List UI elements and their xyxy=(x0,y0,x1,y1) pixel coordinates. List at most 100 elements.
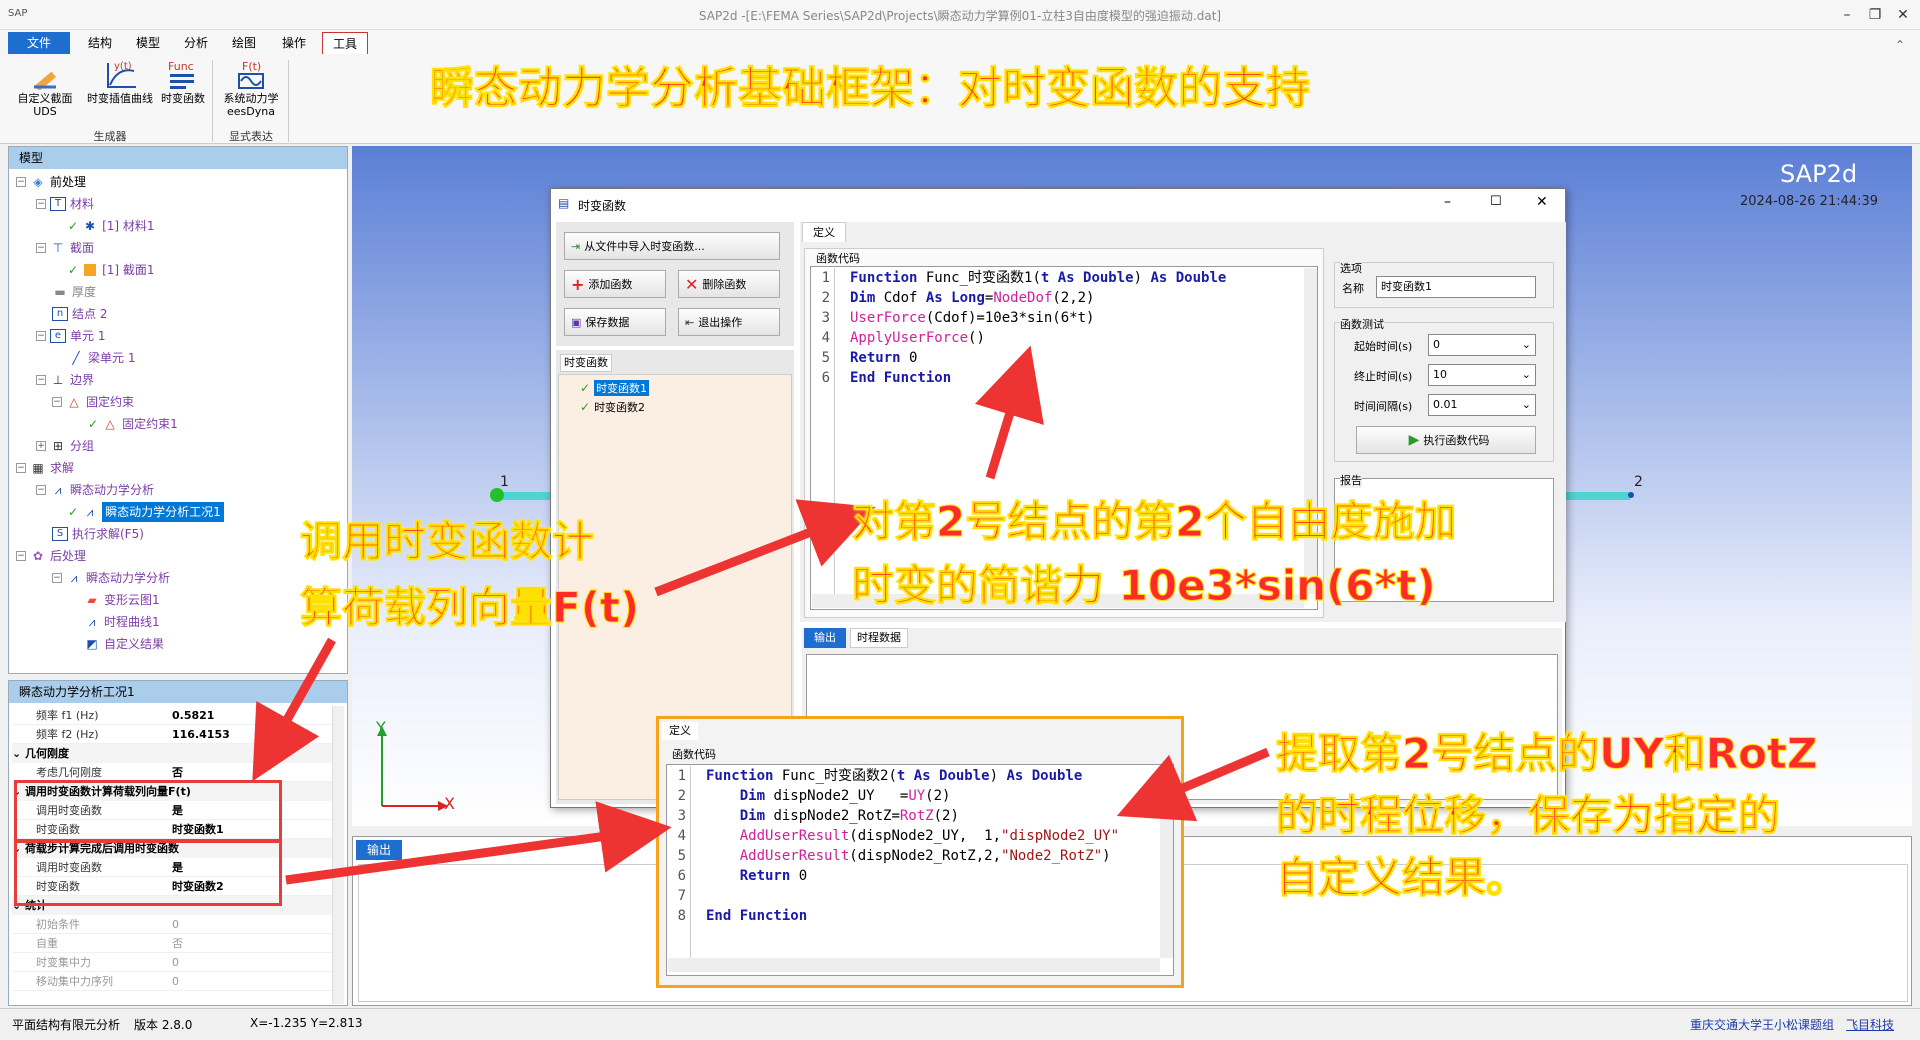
node-1-label: 1 xyxy=(500,474,509,490)
tree-node-group[interactable]: + ⊞ 分组 xyxy=(36,436,94,456)
viewport-brand: SAP2d xyxy=(1780,160,1858,188)
tree-node-elements[interactable]: − e 单元 1 xyxy=(36,326,105,346)
property-scrollbar[interactable] xyxy=(332,706,344,1004)
model-panel-title: 模型 xyxy=(9,147,347,169)
tree-node-transient[interactable]: − ⩘ 瞬态动力学分析 xyxy=(36,480,154,500)
plus-icon: + xyxy=(571,274,585,294)
tree-node-thickness[interactable]: ▬ 厚度 xyxy=(52,282,96,302)
chart-line-icon: ⩘ xyxy=(70,571,78,585)
exit-button[interactable]: ⇤ 退出操作 xyxy=(678,308,780,336)
palette-icon: ✿ xyxy=(32,549,44,563)
ribbon-divider xyxy=(288,60,289,142)
delete-function-button[interactable]: ✕ 删除函数 xyxy=(678,270,780,298)
tab-definition-2[interactable]: 定义 xyxy=(662,722,698,740)
code-text-2: Function Func_时变函数2(t As Double) As Doub… xyxy=(706,768,1120,924)
tree-node-material[interactable]: − T 材料 xyxy=(36,194,94,214)
node-icon: n xyxy=(52,307,68,321)
node-support-marker[interactable] xyxy=(490,488,504,502)
prop-category[interactable]: ⌄ 几何刚度 xyxy=(12,744,334,763)
grid-icon: ▦ xyxy=(32,461,44,475)
status-credit-company[interactable]: 飞目科技 xyxy=(1846,1016,1894,1033)
code-group-label-2: 函数代码 xyxy=(672,748,716,761)
menu-analysis[interactable]: 分析 xyxy=(176,32,216,54)
tree-node-run-solve[interactable]: S 执行求解(F5) xyxy=(52,524,144,544)
tree-node-postprocess[interactable]: − ✿ 后处理 xyxy=(16,546,86,566)
tab-definition[interactable]: 定义 xyxy=(802,222,846,242)
star-icon: ✱ xyxy=(85,219,96,233)
time-function-button[interactable]: Func 时变函数 xyxy=(158,58,208,105)
tree-node-contour[interactable]: ▰ 变形云图1 xyxy=(84,590,159,610)
ruler-icon xyxy=(10,58,80,92)
collapse-ribbon-icon[interactable]: ⌃ xyxy=(1895,38,1905,52)
function-item-1[interactable]: ✓ 时变函数1 xyxy=(580,380,650,396)
prop-row[interactable]: 移动集中力序列 0 xyxy=(12,972,334,991)
add-function-button[interactable]: + 添加函数 xyxy=(564,270,666,298)
tree-node-section[interactable]: − ⊤ 截面 xyxy=(36,238,94,258)
code-text: Function Func_时变函数1(t As Double) As Doub… xyxy=(850,270,1227,386)
tree-node-beam[interactable]: ╱ 梁单元 1 xyxy=(68,348,135,368)
eesdyna-button[interactable]: F(t) 系统动力学 eesDyna xyxy=(216,58,286,118)
tab-history-data[interactable]: 时程数据 xyxy=(850,628,908,648)
tree-node-section1[interactable]: ✓ [1] 截面1 xyxy=(68,260,155,280)
save-data-button[interactable]: ▣ 保存数据 xyxy=(564,308,666,336)
menu-model[interactable]: 模型 xyxy=(128,32,168,54)
tree-node-nodes[interactable]: n 结点 2 xyxy=(52,304,107,324)
dialog-title: 时变函数 xyxy=(578,199,627,213)
window-title: SAP2d -[E:\FEMA Series\SAP2d\Projects\瞬态… xyxy=(698,9,1222,23)
curve-icon: y(t) xyxy=(82,58,158,92)
gutter-divider xyxy=(834,268,835,606)
code-hscroll-2[interactable] xyxy=(668,958,1160,972)
tree-node-solve[interactable]: − ▦ 求解 xyxy=(16,458,74,478)
status-coordinates: X=-1.235 Y=2.813 xyxy=(250,1016,363,1030)
menu-file[interactable]: 文件 xyxy=(8,32,70,54)
tab-output[interactable]: 输出 xyxy=(356,840,402,860)
tree-node-material1[interactable]: ✓ ✱ [1] 材料1 xyxy=(68,216,155,236)
tree-node-boundary[interactable]: − ⊥ 边界 xyxy=(36,370,94,390)
uds-button[interactable]: 自定义截面 UDS xyxy=(10,58,80,118)
import-function-button[interactable]: ⇥ 从文件中导入时变函数... xyxy=(564,232,780,260)
minimize-icon[interactable]: – xyxy=(1838,6,1856,24)
tree-node-history[interactable]: ⩘ 时程曲线1 xyxy=(84,612,160,632)
end-time-select[interactable]: 10 ⌄ xyxy=(1428,364,1536,386)
tree-node-preprocess[interactable]: − ◈ 前处理 xyxy=(16,172,86,192)
prop-row[interactable]: 时变集中力 0 xyxy=(12,953,334,972)
restore-icon[interactable]: ❐ xyxy=(1866,6,1884,24)
dialog-maximize-icon[interactable]: ☐ xyxy=(1490,194,1502,209)
name-label: 名称 xyxy=(1342,282,1364,295)
callout-load-line2: 算荷载列向量F(t) xyxy=(299,583,640,633)
tree-node-post-transient[interactable]: − ⩘ 瞬态动力学分析 xyxy=(52,568,170,588)
tree-node-transient-case1[interactable]: ✓ ⩘ 瞬态动力学分析工况1 xyxy=(68,502,224,522)
line-numbers: 123456 xyxy=(821,270,830,386)
function-item-2[interactable]: ✓ 时变函数2 xyxy=(580,399,645,415)
close-icon[interactable]: ✕ xyxy=(1894,6,1912,24)
time-step-select[interactable]: 0.01 ⌄ xyxy=(1428,394,1536,416)
material-icon: T xyxy=(50,197,66,211)
prop-row[interactable]: 频率 f2 (Hz) 116.4153 xyxy=(12,725,334,744)
node-2-marker[interactable] xyxy=(1628,492,1634,498)
dialog-minimize-icon[interactable]: – xyxy=(1444,194,1451,210)
run-code-button[interactable]: ▶ 执行函数代码 xyxy=(1356,426,1536,454)
prop-row[interactable]: 自重否 xyxy=(12,934,334,953)
import-icon: ⇥ xyxy=(571,239,581,253)
tree-node-fixed[interactable]: − △ 固定约束 xyxy=(52,392,134,412)
tree-node-fixed1[interactable]: ✓ △ 固定约束1 xyxy=(88,414,178,434)
tree-node-custom-result[interactable]: ◩ 自定义结果 xyxy=(84,634,164,654)
status-credit-group[interactable]: 重庆交通大学王小松课题组 xyxy=(1690,1016,1834,1033)
menu-operate[interactable]: 操作 xyxy=(272,32,316,54)
time-curve-button[interactable]: y(t) 时变插值曲线 xyxy=(82,58,158,105)
tab-dialog-output[interactable]: 输出 xyxy=(804,628,846,648)
menu-tools[interactable]: 工具 xyxy=(322,32,368,54)
end-time-label: 终止时间(s) xyxy=(1354,370,1413,383)
start-time-select[interactable]: 0 ⌄ xyxy=(1428,334,1536,356)
ft-icon: F(t) xyxy=(216,58,286,92)
prop-row[interactable]: 频率 f1 (Hz) 0.5821 xyxy=(12,706,334,725)
name-input[interactable]: 时变函数1 xyxy=(1376,276,1536,298)
status-version: 版本 2.8.0 xyxy=(134,1018,193,1032)
boundary-icon: ⊥ xyxy=(52,373,64,387)
menu-structure[interactable]: 结构 xyxy=(80,32,120,54)
code-vscroll-2[interactable] xyxy=(1160,766,1173,958)
dialog-close-icon[interactable]: ✕ xyxy=(1536,194,1548,210)
tab-function-list[interactable]: 时变函数 xyxy=(560,354,612,372)
menu-draw[interactable]: 绘图 xyxy=(224,32,264,54)
prop-row[interactable]: 初始条件 0 xyxy=(12,915,334,934)
